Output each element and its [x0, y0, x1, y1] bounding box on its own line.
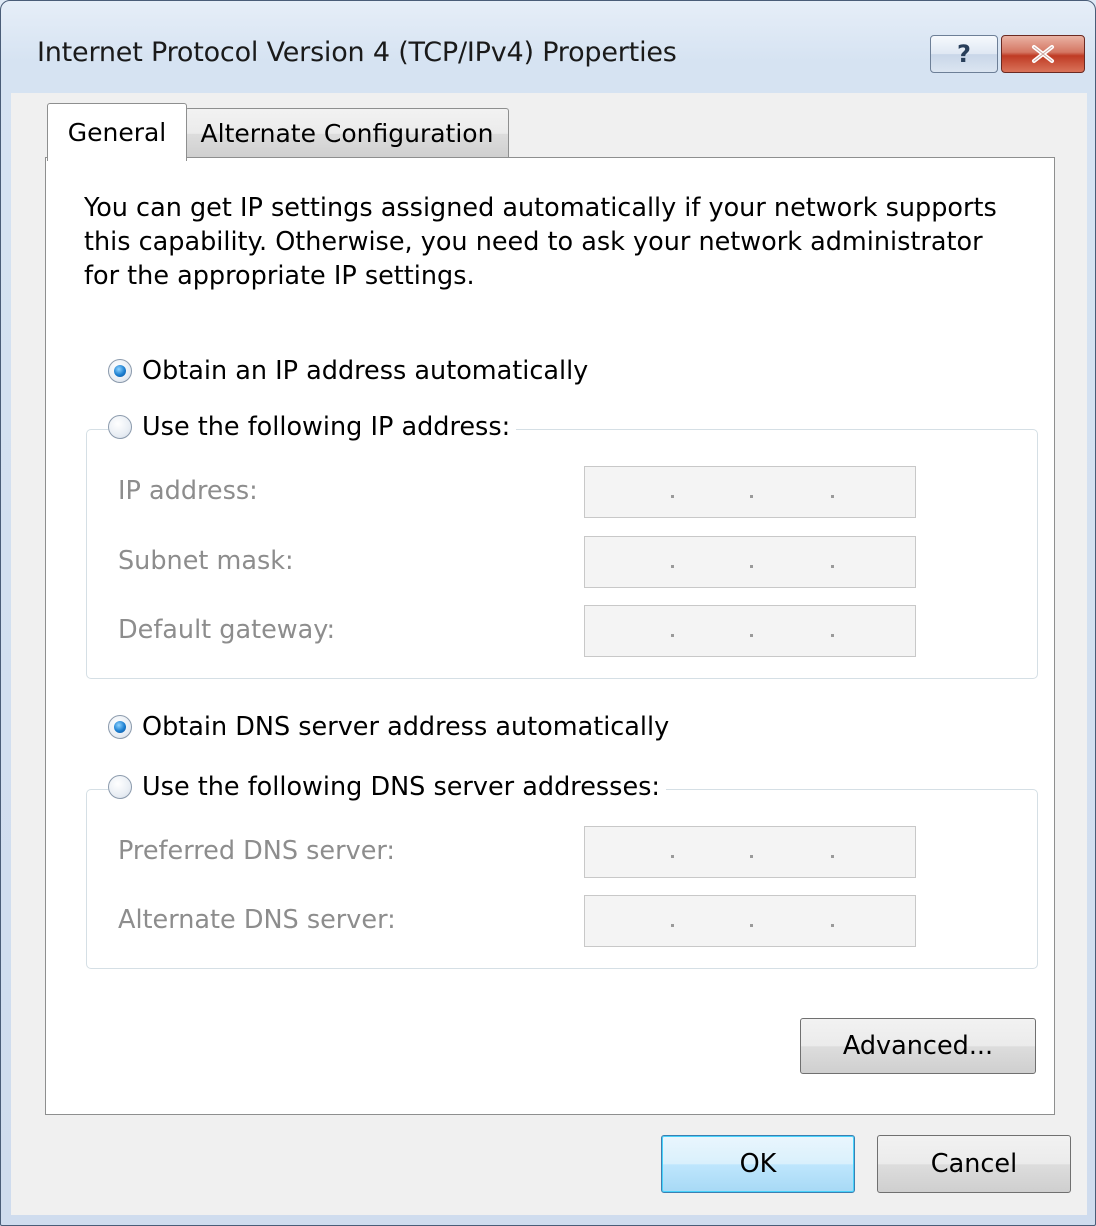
dialog-window: Internet Protocol Version 4 (TCP/IPv4) P… [0, 0, 1096, 1226]
radio-checked-icon [108, 359, 132, 383]
help-icon: ? [957, 40, 971, 68]
alternate-dns-label: Alternate DNS server: [118, 905, 396, 935]
window-title: Internet Protocol Version 4 (TCP/IPv4) P… [37, 37, 677, 68]
use-following-ip-label: Use the following IP address: [142, 412, 511, 442]
help-button[interactable]: ? [930, 35, 998, 73]
default-gateway-input[interactable] [584, 605, 916, 657]
ip-address-input[interactable] [584, 466, 916, 518]
obtain-dns-auto-radio[interactable]: Obtain DNS server address automatically [108, 712, 676, 742]
tab-alternate-configuration-label: Alternate Configuration [200, 119, 494, 148]
subnet-mask-input[interactable] [584, 536, 916, 588]
close-button[interactable] [1001, 35, 1085, 73]
ip-address-label: IP address: [118, 476, 258, 506]
use-following-ip-radio[interactable]: Use the following IP address: [108, 412, 517, 442]
ok-button[interactable]: OK [661, 1135, 855, 1193]
advanced-button-label: Advanced... [842, 1031, 994, 1061]
radio-checked-icon [108, 715, 132, 739]
tab-general[interactable]: General [47, 103, 187, 161]
use-following-dns-label: Use the following DNS server addresses: [142, 772, 661, 802]
ok-button-label: OK [739, 1149, 777, 1179]
intro-text: You can get IP settings assigned automat… [84, 193, 997, 291]
dialog-client-area: General Alternate Configuration You can … [11, 93, 1087, 1215]
advanced-button[interactable]: Advanced... [800, 1018, 1036, 1074]
subnet-mask-label: Subnet mask: [118, 546, 294, 576]
radio-unchecked-icon [108, 415, 132, 439]
radio-unchecked-icon [108, 775, 132, 799]
preferred-dns-input[interactable] [584, 826, 916, 878]
default-gateway-label: Default gateway: [118, 615, 336, 645]
tab-alternate-configuration[interactable]: Alternate Configuration [185, 108, 509, 158]
preferred-dns-label: Preferred DNS server: [118, 836, 396, 866]
obtain-ip-auto-label: Obtain an IP address automatically [142, 356, 589, 386]
tab-general-label: General [67, 118, 167, 147]
alternate-dns-input[interactable] [584, 895, 916, 947]
cancel-button-label: Cancel [930, 1149, 1018, 1179]
cancel-button[interactable]: Cancel [877, 1135, 1071, 1193]
obtain-dns-auto-label: Obtain DNS server address automatically [142, 712, 670, 742]
close-x-icon [1032, 45, 1054, 63]
use-following-dns-radio[interactable]: Use the following DNS server addresses: [108, 772, 667, 802]
general-tab-panel: You can get IP settings assigned automat… [45, 157, 1055, 1115]
obtain-ip-auto-radio[interactable]: Obtain an IP address automatically [108, 356, 595, 386]
